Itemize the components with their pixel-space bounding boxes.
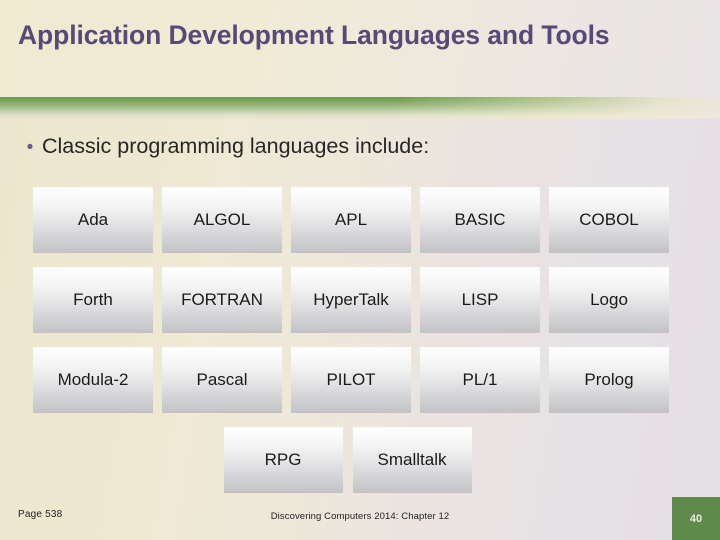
language-cell: FORTRAN [162,267,282,333]
language-label: RPG [264,450,302,469]
language-label: Forth [73,290,113,309]
language-cell: COBOL [549,187,669,253]
language-cell: Forth [33,267,153,333]
classic-languages-table: Ada ALGOL APL BASIC COBOL Forth FORTRAN [33,187,672,507]
language-label: ALGOL [193,210,251,229]
page-title: Application Development Languages and To… [18,20,610,50]
language-cell: Smalltalk [352,427,472,493]
language-label: PILOT [326,370,376,389]
language-label: FORTRAN [181,290,263,309]
title-divider-rule [0,97,720,119]
language-label: Logo [590,290,628,309]
table-row: Modula-2 Pascal PILOT PL/1 Prolog [33,347,672,413]
language-label: Prolog [584,370,634,389]
bullet-item-label: Classic programming languages include: [42,134,430,158]
language-cell: Modula-2 [33,347,153,413]
language-cell: RPG [223,427,343,493]
language-cell: LISP [420,267,540,333]
language-cell: APL [291,187,411,253]
slide-number-label: 40 [689,512,703,525]
table-row: RPG Smalltalk [33,427,672,493]
table-row: Forth FORTRAN HyperTalk LISP Logo [33,267,672,333]
language-label: Ada [77,210,109,229]
language-label: BASIC [454,210,506,229]
slide-canvas: Application Development Languages and To… [0,0,720,540]
language-cell: PL/1 [420,347,540,413]
bullet-list-item: • Classic programming languages include: [18,133,430,159]
language-label: Modula-2 [57,370,129,389]
language-label: Smalltalk [377,450,447,469]
language-label: Pascal [196,370,248,389]
language-cell: Logo [549,267,669,333]
slide-number-badge: 40 [672,497,720,540]
language-cell: Prolog [549,347,669,413]
table-row: Ada ALGOL APL BASIC COBOL [33,187,672,253]
language-cell: PILOT [291,347,411,413]
language-label: LISP [461,290,499,309]
language-cell: HyperTalk [291,267,411,333]
title-band: Application Development Languages and To… [0,0,720,101]
footer-source-text: Discovering Computers 2014: Chapter 12 [270,511,450,522]
language-cell: Ada [33,187,153,253]
language-label: PL/1 [462,370,498,389]
language-cell: Pascal [162,347,282,413]
language-cell: ALGOL [162,187,282,253]
language-label: HyperTalk [313,290,389,309]
bullet-point-icon: • [26,137,34,158]
language-label: COBOL [579,210,639,229]
language-label: APL [334,210,368,229]
language-cell: BASIC [420,187,540,253]
